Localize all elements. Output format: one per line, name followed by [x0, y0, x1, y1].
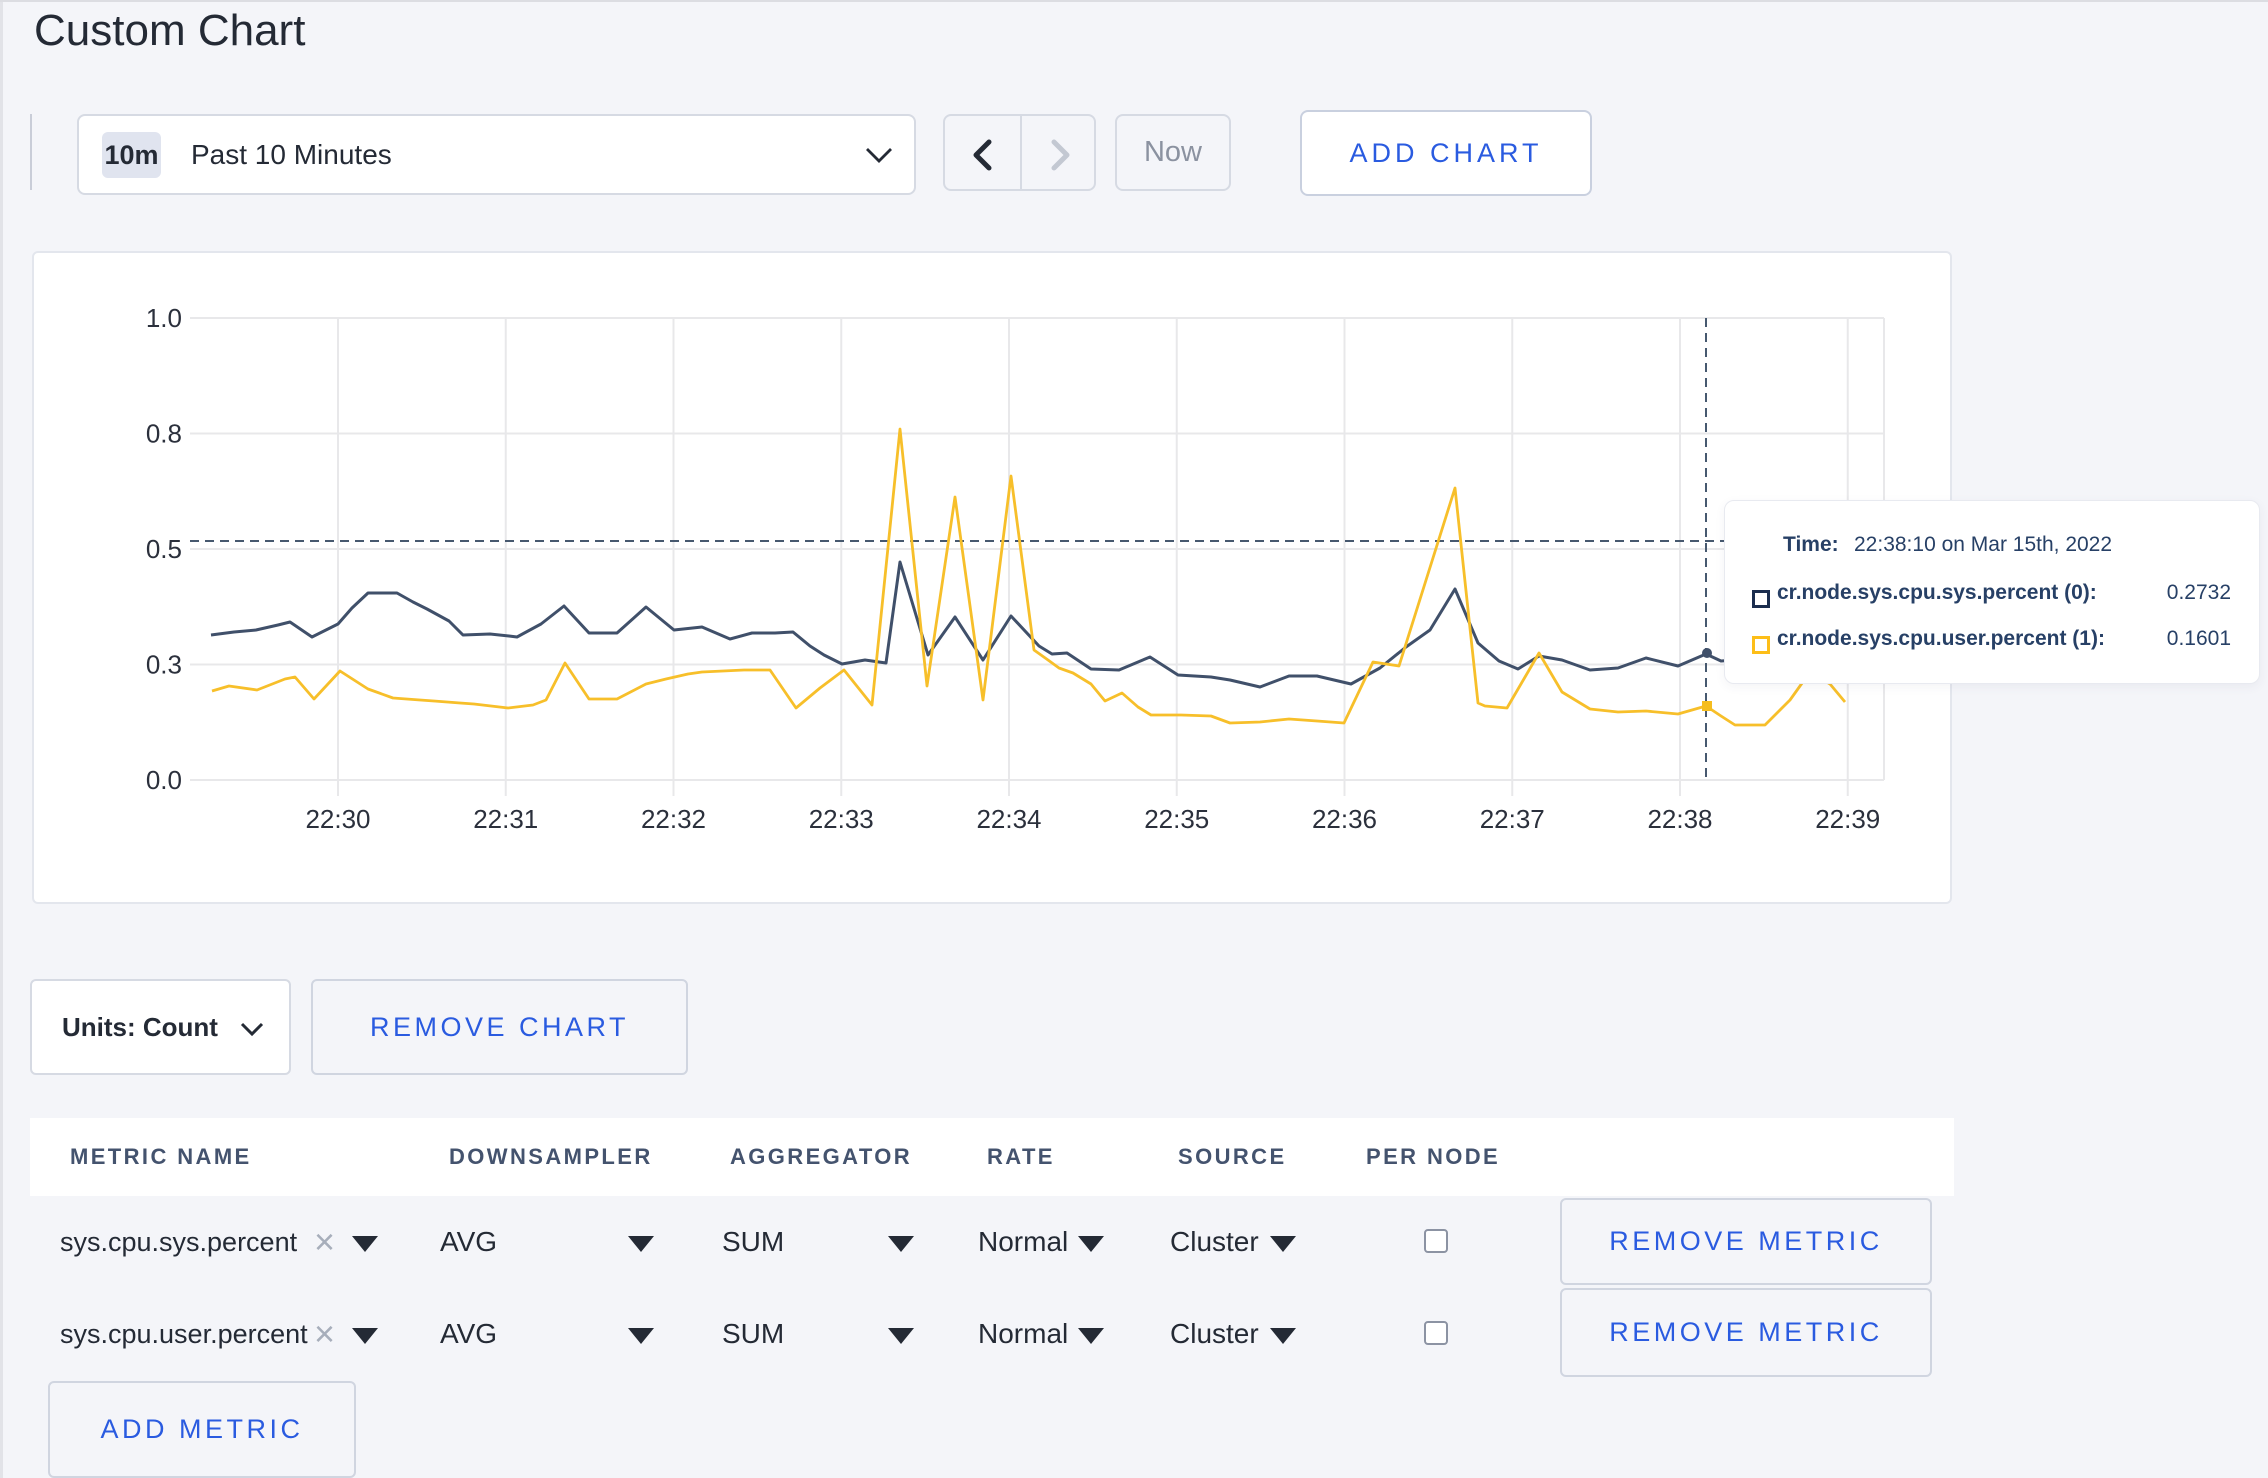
svg-text:22:30: 22:30 [305, 804, 370, 834]
svg-text:22:37: 22:37 [1480, 804, 1545, 834]
svg-text:0.8: 0.8 [146, 419, 182, 449]
svg-text:22:33: 22:33 [809, 804, 874, 834]
svg-text:22:39: 22:39 [1815, 804, 1880, 834]
svg-text:22:31: 22:31 [473, 804, 538, 834]
svg-text:22:36: 22:36 [1312, 804, 1377, 834]
svg-text:0.0: 0.0 [146, 765, 182, 795]
svg-text:22:34: 22:34 [976, 804, 1041, 834]
svg-text:22:32: 22:32 [641, 804, 706, 834]
svg-text:0.5: 0.5 [146, 534, 182, 564]
svg-text:1.0: 1.0 [146, 303, 182, 333]
svg-text:22:35: 22:35 [1144, 804, 1209, 834]
svg-text:22:38: 22:38 [1647, 804, 1712, 834]
svg-text:0.3: 0.3 [146, 650, 182, 680]
